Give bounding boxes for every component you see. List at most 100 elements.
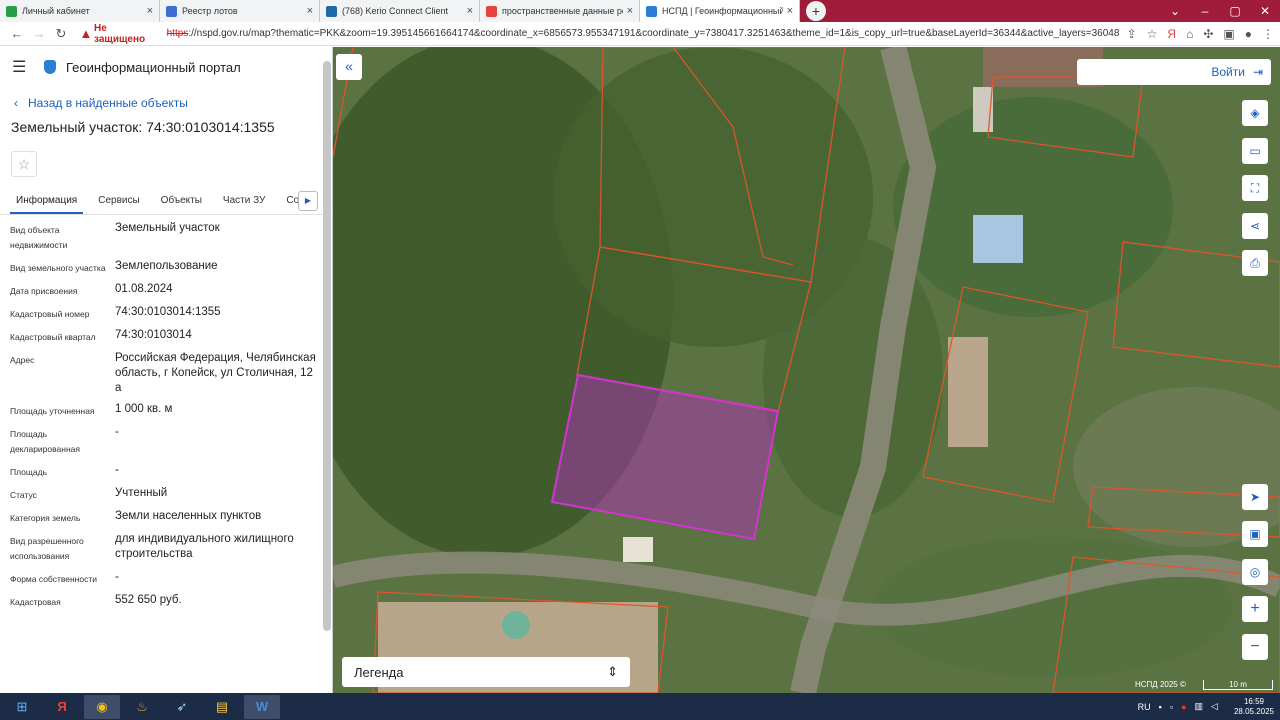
ruler-icon[interactable]: ▭: [1242, 138, 1268, 164]
network-icon[interactable]: ▥: [1195, 701, 1204, 712]
object-title: Земельный участок: 74:30:0103014:1355: [11, 119, 275, 135]
property-value: 74:30:0103014:1355: [115, 306, 221, 318]
print-icon[interactable]: ⎙: [1242, 250, 1268, 276]
browser-tab[interactable]: (768) Kerio Connect Client ×: [320, 0, 480, 22]
system-tray: RU ▪ ▫ ● ▥ ◁ 16:59 28.05.2025: [1138, 693, 1274, 720]
property-row: Площадь декларированная -: [10, 425, 322, 457]
word-icon[interactable]: W: [244, 694, 280, 719]
hamburger-menu-icon[interactable]: ☰: [12, 57, 36, 77]
maximize-button[interactable]: ▢: [1220, 0, 1250, 22]
panel-scrollbar[interactable]: [323, 61, 331, 631]
address-bar[interactable]: ▲ Не защищено https ://nspd.gov.ru/map?t…: [72, 23, 1119, 45]
tab-0[interactable]: Информация: [10, 189, 84, 214]
property-value: Земли населенных пунктов: [115, 510, 262, 522]
property-key: Площадь: [10, 467, 48, 477]
reload-icon[interactable]: ↻: [50, 26, 72, 42]
satellite-imagery: [333, 47, 1280, 693]
url-text: ://nspd.gov.ru/map?thematic=PKK&zoom=19.…: [188, 28, 1119, 39]
property-value: -: [115, 571, 119, 583]
property-row: Статус Учтенный: [10, 486, 322, 503]
java-app-icon[interactable]: ♨: [124, 695, 160, 719]
property-row: Категория земель Земли населенных пунктов: [10, 509, 322, 526]
chevron-left-icon: ‹: [14, 96, 18, 110]
extension-icon[interactable]: ⌂: [1186, 27, 1193, 41]
property-value: 1 000 кв. м: [115, 403, 173, 415]
property-row: Кадастровый квартал 74:30:0103014: [10, 328, 322, 345]
property-key: Дата присвоения: [10, 286, 78, 296]
url-scheme: https: [166, 28, 189, 39]
chrome-icon[interactable]: ◉: [84, 694, 120, 719]
property-key: Категория земель: [10, 513, 81, 523]
property-row: Форма собственности -: [10, 570, 322, 587]
tab-1[interactable]: Сервисы: [92, 189, 145, 214]
tab-search-icon[interactable]: ⌄: [1160, 0, 1190, 22]
select-area-icon[interactable]: ⛶: [1242, 175, 1268, 201]
volume-icon[interactable]: ◁: [1211, 701, 1218, 712]
file-explorer-icon[interactable]: ▤: [204, 695, 240, 719]
browser-tab[interactable]: пространственные данные рос ×: [480, 0, 640, 22]
property-row: Кадастровый номер 74:30:0103014:1355: [10, 305, 322, 322]
browser-tabstrip: Личный кабинет × Реестр лотов × (768) Kerio …: [0, 0, 1280, 22]
tab-3[interactable]: Части ЗУ: [217, 189, 271, 214]
back-to-results-link[interactable]: ‹ Назад в найденные объекты: [0, 87, 332, 119]
close-window-button[interactable]: ✕: [1250, 0, 1280, 22]
language-indicator[interactable]: RU: [1138, 702, 1151, 712]
tray-app-icon[interactable]: ▪: [1159, 702, 1162, 712]
property-key: Кадастровый номер: [10, 309, 90, 319]
browser-tab[interactable]: Реестр лотов ×: [160, 0, 320, 22]
share-map-icon[interactable]: ⋖: [1242, 213, 1268, 239]
back-arrow-icon[interactable]: ←: [6, 26, 28, 41]
rocket-app-icon[interactable]: ➶: [164, 695, 200, 719]
start-button[interactable]: ⊞: [4, 695, 40, 719]
puzzle-icon[interactable]: ✣: [1203, 27, 1213, 41]
login-button[interactable]: Войти ⇥: [1077, 59, 1271, 85]
geolocation-icon[interactable]: ◎: [1242, 559, 1268, 585]
new-tab-button[interactable]: +: [806, 1, 826, 21]
close-tab-icon[interactable]: ×: [467, 5, 473, 17]
legend-label: Легенда: [354, 664, 404, 680]
tab-2[interactable]: Объекты: [155, 189, 208, 214]
property-key: Статус: [10, 490, 37, 500]
map-copyright: НСПД 2025 ©: [1135, 680, 1186, 689]
antivirus-icon[interactable]: ●: [1181, 702, 1186, 712]
minimize-button[interactable]: –: [1190, 0, 1220, 22]
forward-arrow-icon[interactable]: →: [28, 26, 50, 41]
property-key: Вид объекта недвижимости: [10, 225, 68, 250]
minimap-icon[interactable]: ▣: [1242, 521, 1268, 547]
browser-tab[interactable]: Личный кабинет ×: [0, 0, 160, 22]
property-row: Вид разрешенного использования для индиви…: [10, 532, 322, 564]
browser-tab[interactable]: НСПД | Геоинформационный п ×: [640, 0, 800, 22]
property-key: Вид земельного участка: [10, 263, 106, 273]
back-link-label: Назад в найденные объекты: [28, 96, 188, 110]
yandex-extension-icon[interactable]: Я: [1167, 27, 1176, 41]
tab-favicon-icon: [646, 5, 657, 17]
clock[interactable]: 16:59 28.05.2025: [1234, 697, 1274, 717]
locate-arrow-icon[interactable]: ➤: [1242, 484, 1268, 510]
sidepanel-icon[interactable]: ▣: [1223, 27, 1234, 41]
property-value: 552 650 руб.: [115, 594, 182, 606]
close-tab-icon[interactable]: ×: [147, 5, 153, 17]
property-row: Площадь -: [10, 463, 322, 480]
close-tab-icon[interactable]: ×: [787, 5, 793, 17]
zoom-out-button[interactable]: −: [1242, 634, 1268, 660]
menu-dots-icon[interactable]: ⋮: [1262, 27, 1274, 41]
collapse-panel-button[interactable]: «: [336, 54, 362, 80]
property-value: для индивидуального жилищного строительс…: [115, 533, 294, 560]
profile-avatar[interactable]: ●: [1245, 27, 1252, 41]
zoom-in-button[interactable]: +: [1242, 596, 1268, 622]
legend-selector[interactable]: Легенда ⇕: [342, 657, 630, 687]
yandex-browser-icon[interactable]: Я: [44, 695, 80, 719]
share-icon[interactable]: ⇪: [1127, 27, 1137, 41]
close-tab-icon[interactable]: ×: [307, 5, 313, 17]
close-tab-icon[interactable]: ×: [627, 5, 633, 17]
tabs-scroll-right-icon[interactable]: ▶: [298, 191, 318, 211]
tray-app-icon[interactable]: ▫: [1170, 702, 1173, 712]
layers-icon[interactable]: ◈: [1242, 100, 1268, 126]
map-view[interactable]: « Войти ⇥ ◈ ▭ ⛶ ⋖ ⎙ ➤ ▣ ◎ + − Легенда ⇕ …: [333, 47, 1280, 693]
bookmark-star-icon[interactable]: ☆: [1147, 27, 1158, 41]
map-scale: 10 m: [1203, 680, 1273, 690]
object-tabs: ИнформацияСервисыОбъектыЧасти ЗУСоста ▶: [0, 189, 332, 215]
tab-title: пространственные данные рос: [502, 6, 623, 16]
favorite-star-button[interactable]: ☆: [11, 151, 37, 177]
tab-title: НСПД | Геоинформационный п: [662, 6, 783, 16]
